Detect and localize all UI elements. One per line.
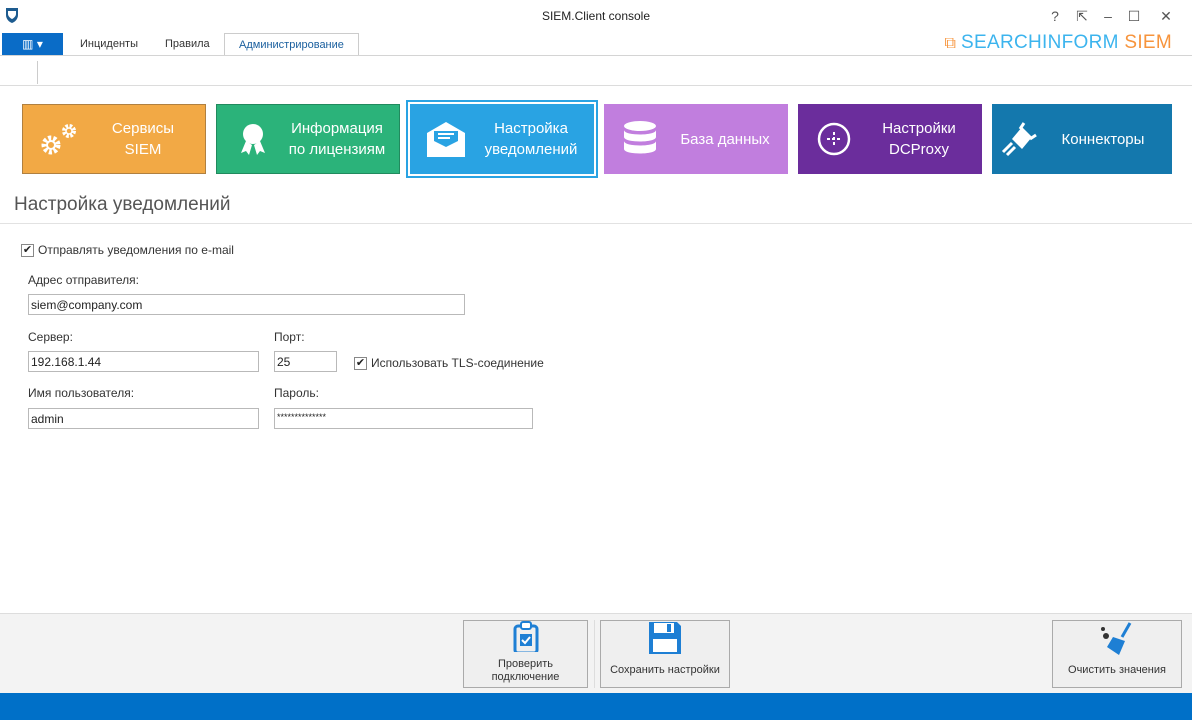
tile-label: Сервисы (111, 120, 175, 137)
clipboard-check-icon (513, 621, 538, 652)
tile-database[interactable]: База данных (604, 104, 788, 174)
maximize-button[interactable]: ☐ (1123, 6, 1145, 26)
pin-button[interactable]: ⇱ (1071, 6, 1093, 26)
save-settings-label: Сохранить настройки (610, 664, 720, 676)
server-input[interactable]: 192.168.1.44 (28, 351, 259, 372)
logo-brand: SEARCHINFORM (961, 32, 1119, 53)
tile-label: Настройка (494, 120, 568, 137)
check-connection-button[interactable]: Проверить подключение (463, 620, 588, 688)
clear-values-button[interactable]: Очистить значения (1052, 620, 1182, 688)
save-settings-button[interactable]: Сохранить настройки (600, 620, 730, 688)
tab-divider (0, 55, 1192, 56)
page-title: Настройка уведомлений (14, 194, 231, 215)
tile-label: по лицензиям (288, 141, 386, 158)
send-email-checkbox[interactable]: ✔ (21, 244, 34, 257)
envelope-icon (416, 119, 476, 159)
tile-label: Информация (291, 120, 383, 137)
tile-label: Коннекторы (1061, 130, 1145, 148)
heading-divider (0, 223, 1192, 224)
button-separator (594, 620, 595, 688)
toolbar-separator (37, 61, 38, 84)
logo-product: SIEM (1124, 32, 1172, 53)
tile-siem-services[interactable]: Сервисы SIEM (22, 104, 206, 174)
check-connection-label: Проверить подключение (491, 658, 560, 683)
broom-icon (1101, 622, 1132, 655)
port-input[interactable]: 25 (274, 351, 337, 372)
send-email-label: Отправлять уведомления по e-mail (38, 243, 234, 257)
tab-incidents[interactable]: Инциденты (66, 33, 152, 55)
server-label: Сервер: (28, 330, 73, 344)
close-button[interactable]: ✕ (1155, 6, 1177, 26)
minimize-button[interactable]: – (1097, 6, 1119, 26)
username-label: Имя пользователя: (28, 386, 135, 400)
gears-icon (29, 119, 89, 159)
tile-label: уведомлений (484, 141, 578, 158)
status-bar (0, 693, 1192, 720)
help-button[interactable]: ? (1044, 6, 1066, 26)
tile-label: Настройки (882, 120, 956, 137)
floppy-disk-icon (649, 622, 681, 654)
tls-label: Использовать TLS-соединение (371, 356, 544, 370)
database-icon (610, 119, 670, 159)
window-title: SIEM.Client console (541, 9, 651, 23)
panel-menu-icon: ▥ ▾ (22, 37, 43, 51)
tab-rules[interactable]: Правила (151, 33, 224, 55)
tile-label: SIEM (124, 141, 162, 158)
username-input[interactable]: admin (28, 408, 259, 429)
sender-address-input[interactable]: siem@company.com (28, 294, 465, 315)
logo-puzzle-icon: ⧉ (944, 35, 962, 52)
tile-notification-settings[interactable]: Настройка уведомлений (410, 104, 594, 174)
award-icon (223, 121, 283, 157)
action-panel (0, 613, 1192, 693)
toolbar-divider (0, 85, 1192, 86)
app-menu-button[interactable]: ▥ ▾ (2, 33, 63, 55)
sender-label: Адрес отправителя: (28, 273, 139, 287)
searchinform-logo: ⧉ SEARCHINFORM SIEM (945, 32, 1172, 54)
clear-values-label: Очистить значения (1068, 664, 1166, 676)
tile-label: База данных (680, 130, 770, 148)
proxy-icon (804, 121, 864, 157)
tile-label: DCProxy (888, 141, 949, 158)
password-input[interactable]: ************** (274, 408, 533, 429)
password-label: Пароль: (274, 386, 319, 400)
port-label: Порт: (274, 330, 305, 344)
tls-checkbox[interactable]: ✔ (354, 357, 367, 370)
tab-administration[interactable]: Администрирование (224, 33, 359, 56)
tile-connectors[interactable]: Коннекторы (992, 104, 1172, 174)
tile-dcproxy-settings[interactable]: Настройки DCProxy (798, 104, 982, 174)
tile-license-info[interactable]: Информация по лицензиям (216, 104, 400, 174)
plug-icon (998, 119, 1042, 159)
